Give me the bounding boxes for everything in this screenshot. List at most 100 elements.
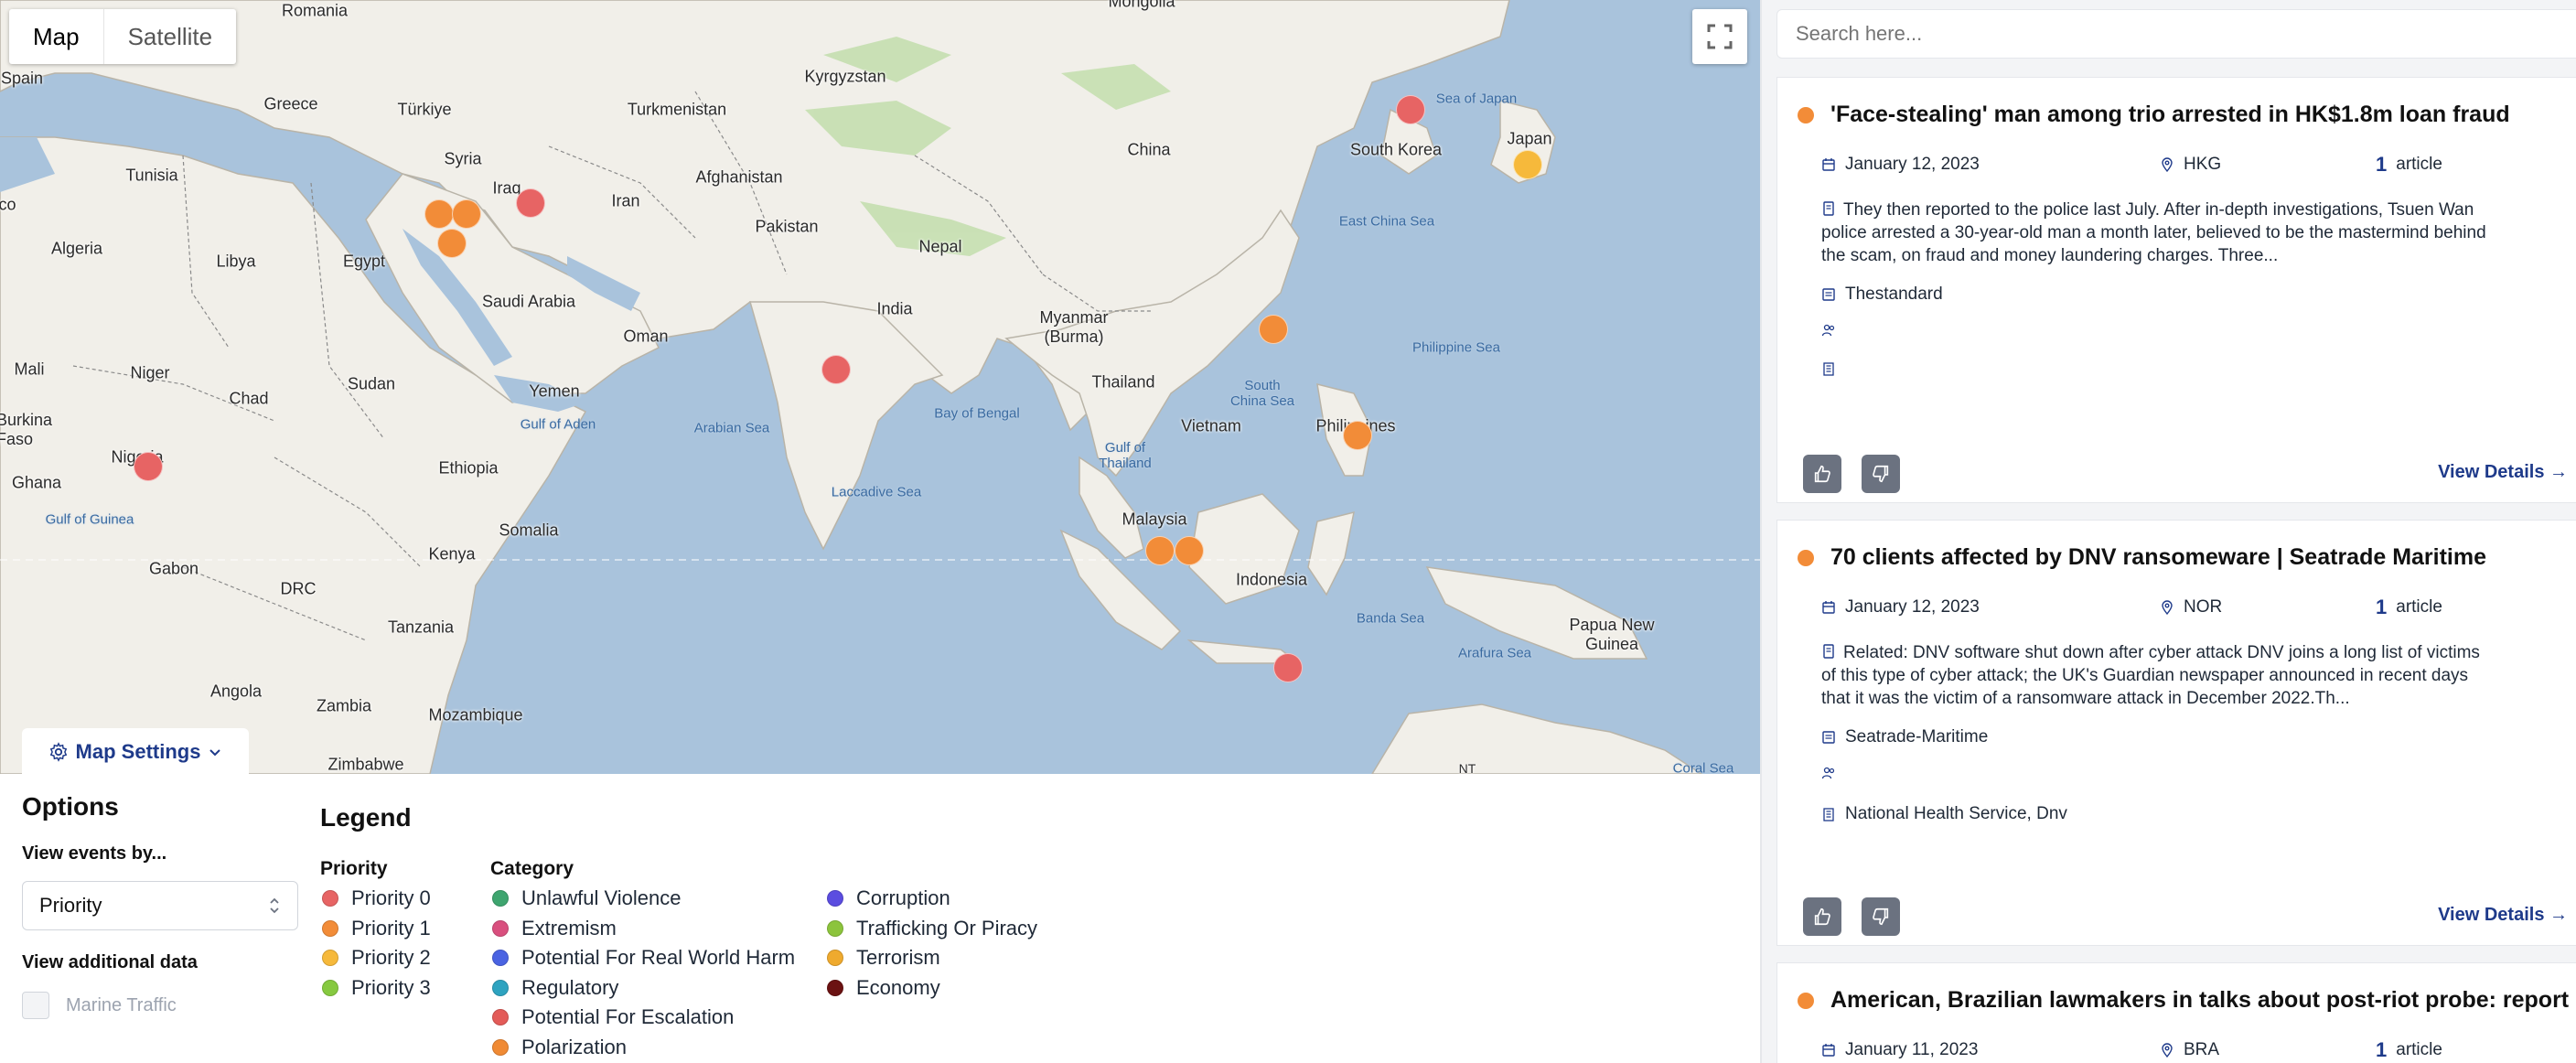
- event-description-text: Related: DNV software shut down after cy…: [1821, 643, 2480, 708]
- marine-traffic-checkbox[interactable]: [22, 992, 49, 1019]
- map-settings-label: Map Settings: [75, 740, 201, 763]
- newspaper-icon: [1822, 731, 1835, 744]
- event-location-text: HKG: [2184, 155, 2222, 174]
- legend-category-label: Corruption: [856, 886, 950, 910]
- thumbs-down-button[interactable]: [1862, 455, 1900, 493]
- article-count-value: 1: [2376, 153, 2388, 176]
- article-count-value: 1: [2376, 596, 2388, 618]
- map-label-china: China: [1127, 140, 1171, 159]
- priority-dot: [1798, 106, 1814, 123]
- event-marker[interactable]: [134, 452, 163, 481]
- event-marker[interactable]: [1175, 536, 1204, 565]
- event-card[interactable]: American, Brazilian lawmakers in talks a…: [1776, 962, 2576, 1063]
- event-location: NOR: [2160, 597, 2222, 617]
- view-by-label: View events by...: [22, 843, 167, 864]
- event-marker[interactable]: [1396, 95, 1425, 124]
- fullscreen-button[interactable]: [1692, 9, 1747, 64]
- event-marker[interactable]: [821, 355, 851, 384]
- view-details-link[interactable]: View Details →: [2438, 462, 2568, 483]
- map-label-tunisia: Tunisia: [125, 166, 178, 185]
- map-label-kyrgyzstan: Kyrgyzstan: [804, 67, 886, 86]
- event-marker[interactable]: [437, 229, 467, 258]
- map-label-laccadive-sea: Laccadive Sea: [831, 484, 922, 500]
- event-card-title[interactable]: 70 clients affected by DNV ransomeware |…: [1798, 544, 2486, 571]
- map-label-banda-sea: Banda Sea: [1356, 610, 1425, 627]
- event-card-title[interactable]: 'Face-stealing' man among trio arrested …: [1798, 102, 2510, 128]
- legend-color-dot: [827, 979, 843, 996]
- event-marker[interactable]: [424, 199, 454, 229]
- thumbs-up-button[interactable]: [1803, 897, 1841, 936]
- legend-category-label: Economy: [856, 975, 940, 999]
- map-label-papua-new-guinea: Papua New Guinea: [1569, 616, 1655, 653]
- map-label-mozambique: Mozambique: [428, 705, 523, 725]
- document-icon: [1823, 201, 1834, 216]
- building-icon: [1823, 362, 1834, 376]
- map-label-co: co: [0, 195, 16, 214]
- event-date-text: January 12, 2023: [1845, 155, 1980, 174]
- event-source-text: Thestandard: [1845, 285, 1943, 304]
- article-count-label: article: [2396, 155, 2442, 174]
- map-label-spain: Spain: [0, 69, 44, 88]
- event-marker[interactable]: [1273, 653, 1303, 682]
- marine-traffic-label: Marine Traffic: [66, 994, 177, 1015]
- event-description: Related: DNV software shut down after cy…: [1821, 641, 2498, 710]
- view-details-link[interactable]: View Details →: [2438, 905, 2568, 926]
- legend-priority-label: Priority 3: [351, 975, 431, 999]
- map-label-nt: NT: [1458, 761, 1476, 774]
- legend-category-label: Extremism: [521, 916, 617, 940]
- legend-category-item: Polarization: [490, 1033, 795, 1063]
- event-title-text: American, Brazilian lawmakers in talks a…: [1830, 987, 2570, 1013]
- thumbs-up-icon: [1814, 907, 1830, 926]
- map-type-satellite-button[interactable]: Satellite: [104, 9, 237, 64]
- legend-priority-item: Priority 3: [320, 973, 431, 1004]
- map-label-angola: Angola: [209, 682, 263, 701]
- priority-dot: [1798, 992, 1814, 1009]
- newspaper-icon: [1822, 288, 1835, 301]
- event-marker[interactable]: [1145, 536, 1175, 565]
- map-label-libya: Libya: [216, 252, 256, 271]
- legend-category-item: Economy: [825, 973, 1037, 1004]
- event-marker[interactable]: [1343, 421, 1372, 450]
- map-label-tanzania: Tanzania: [387, 617, 455, 637]
- legend-color-dot: [492, 979, 509, 996]
- map-label-greece: Greece: [263, 94, 318, 113]
- legend-priority-label: Priority 2: [351, 946, 431, 970]
- map-label-arafura-sea: Arafura Sea: [1457, 645, 1532, 661]
- map-area[interactable]: Romania Mongolia Spain Greece Türkiye Tu…: [0, 0, 1760, 774]
- view-by-select[interactable]: Priority: [22, 881, 298, 930]
- event-marker[interactable]: [1513, 150, 1542, 179]
- search-input[interactable]: [1776, 9, 2576, 59]
- event-source-row: Seatrade-Maritime: [1821, 727, 1988, 747]
- thumbs-down-icon: [1873, 907, 1889, 926]
- map-label-algeria: Algeria: [50, 239, 103, 258]
- legend-color-dot: [827, 950, 843, 967]
- priority-dot: [1798, 549, 1814, 566]
- legend-category-item: Trafficking Or Piracy: [825, 914, 1037, 944]
- event-article-count: 1 article: [2376, 1038, 2442, 1062]
- chevron-down-icon: [209, 749, 221, 757]
- thumbs-up-button[interactable]: [1803, 455, 1841, 493]
- map-label-somalia: Somalia: [499, 521, 559, 540]
- event-marker[interactable]: [516, 188, 545, 218]
- thumbs-down-button[interactable]: [1862, 897, 1900, 936]
- event-card[interactable]: 70 clients affected by DNV ransomeware |…: [1776, 520, 2576, 946]
- event-card[interactable]: 'Face-stealing' man among trio arrested …: [1776, 77, 2576, 503]
- map-label-gulf-of-thailand: Gulf of Thailand: [1099, 440, 1152, 471]
- event-location: HKG: [2160, 155, 2221, 175]
- map-label-india: India: [876, 299, 913, 318]
- map-label-drc: DRC: [280, 579, 317, 598]
- map-type-map-button[interactable]: Map: [9, 9, 104, 64]
- event-card-title[interactable]: American, Brazilian lawmakers in talks a…: [1798, 987, 2569, 1014]
- legend-color-dot: [322, 890, 338, 907]
- event-date: January 11, 2023: [1821, 1040, 1978, 1060]
- event-marker[interactable]: [1259, 315, 1288, 344]
- map-label-kenya: Kenya: [428, 544, 476, 564]
- map-settings-button[interactable]: Map Settings: [22, 728, 249, 774]
- legend: Legend Priority Priority 0 Priority 1 Prio…: [320, 803, 1037, 1058]
- map-label-pakistan: Pakistan: [755, 217, 819, 236]
- legend-category-item: Potential For Escalation: [490, 1003, 795, 1033]
- event-marker[interactable]: [452, 199, 481, 229]
- map-label-malaysia: Malaysia: [1122, 510, 1187, 529]
- event-source-row: Thestandard: [1821, 285, 1943, 305]
- events-panel: 'Face-stealing' man among trio arrested …: [1760, 0, 2576, 1063]
